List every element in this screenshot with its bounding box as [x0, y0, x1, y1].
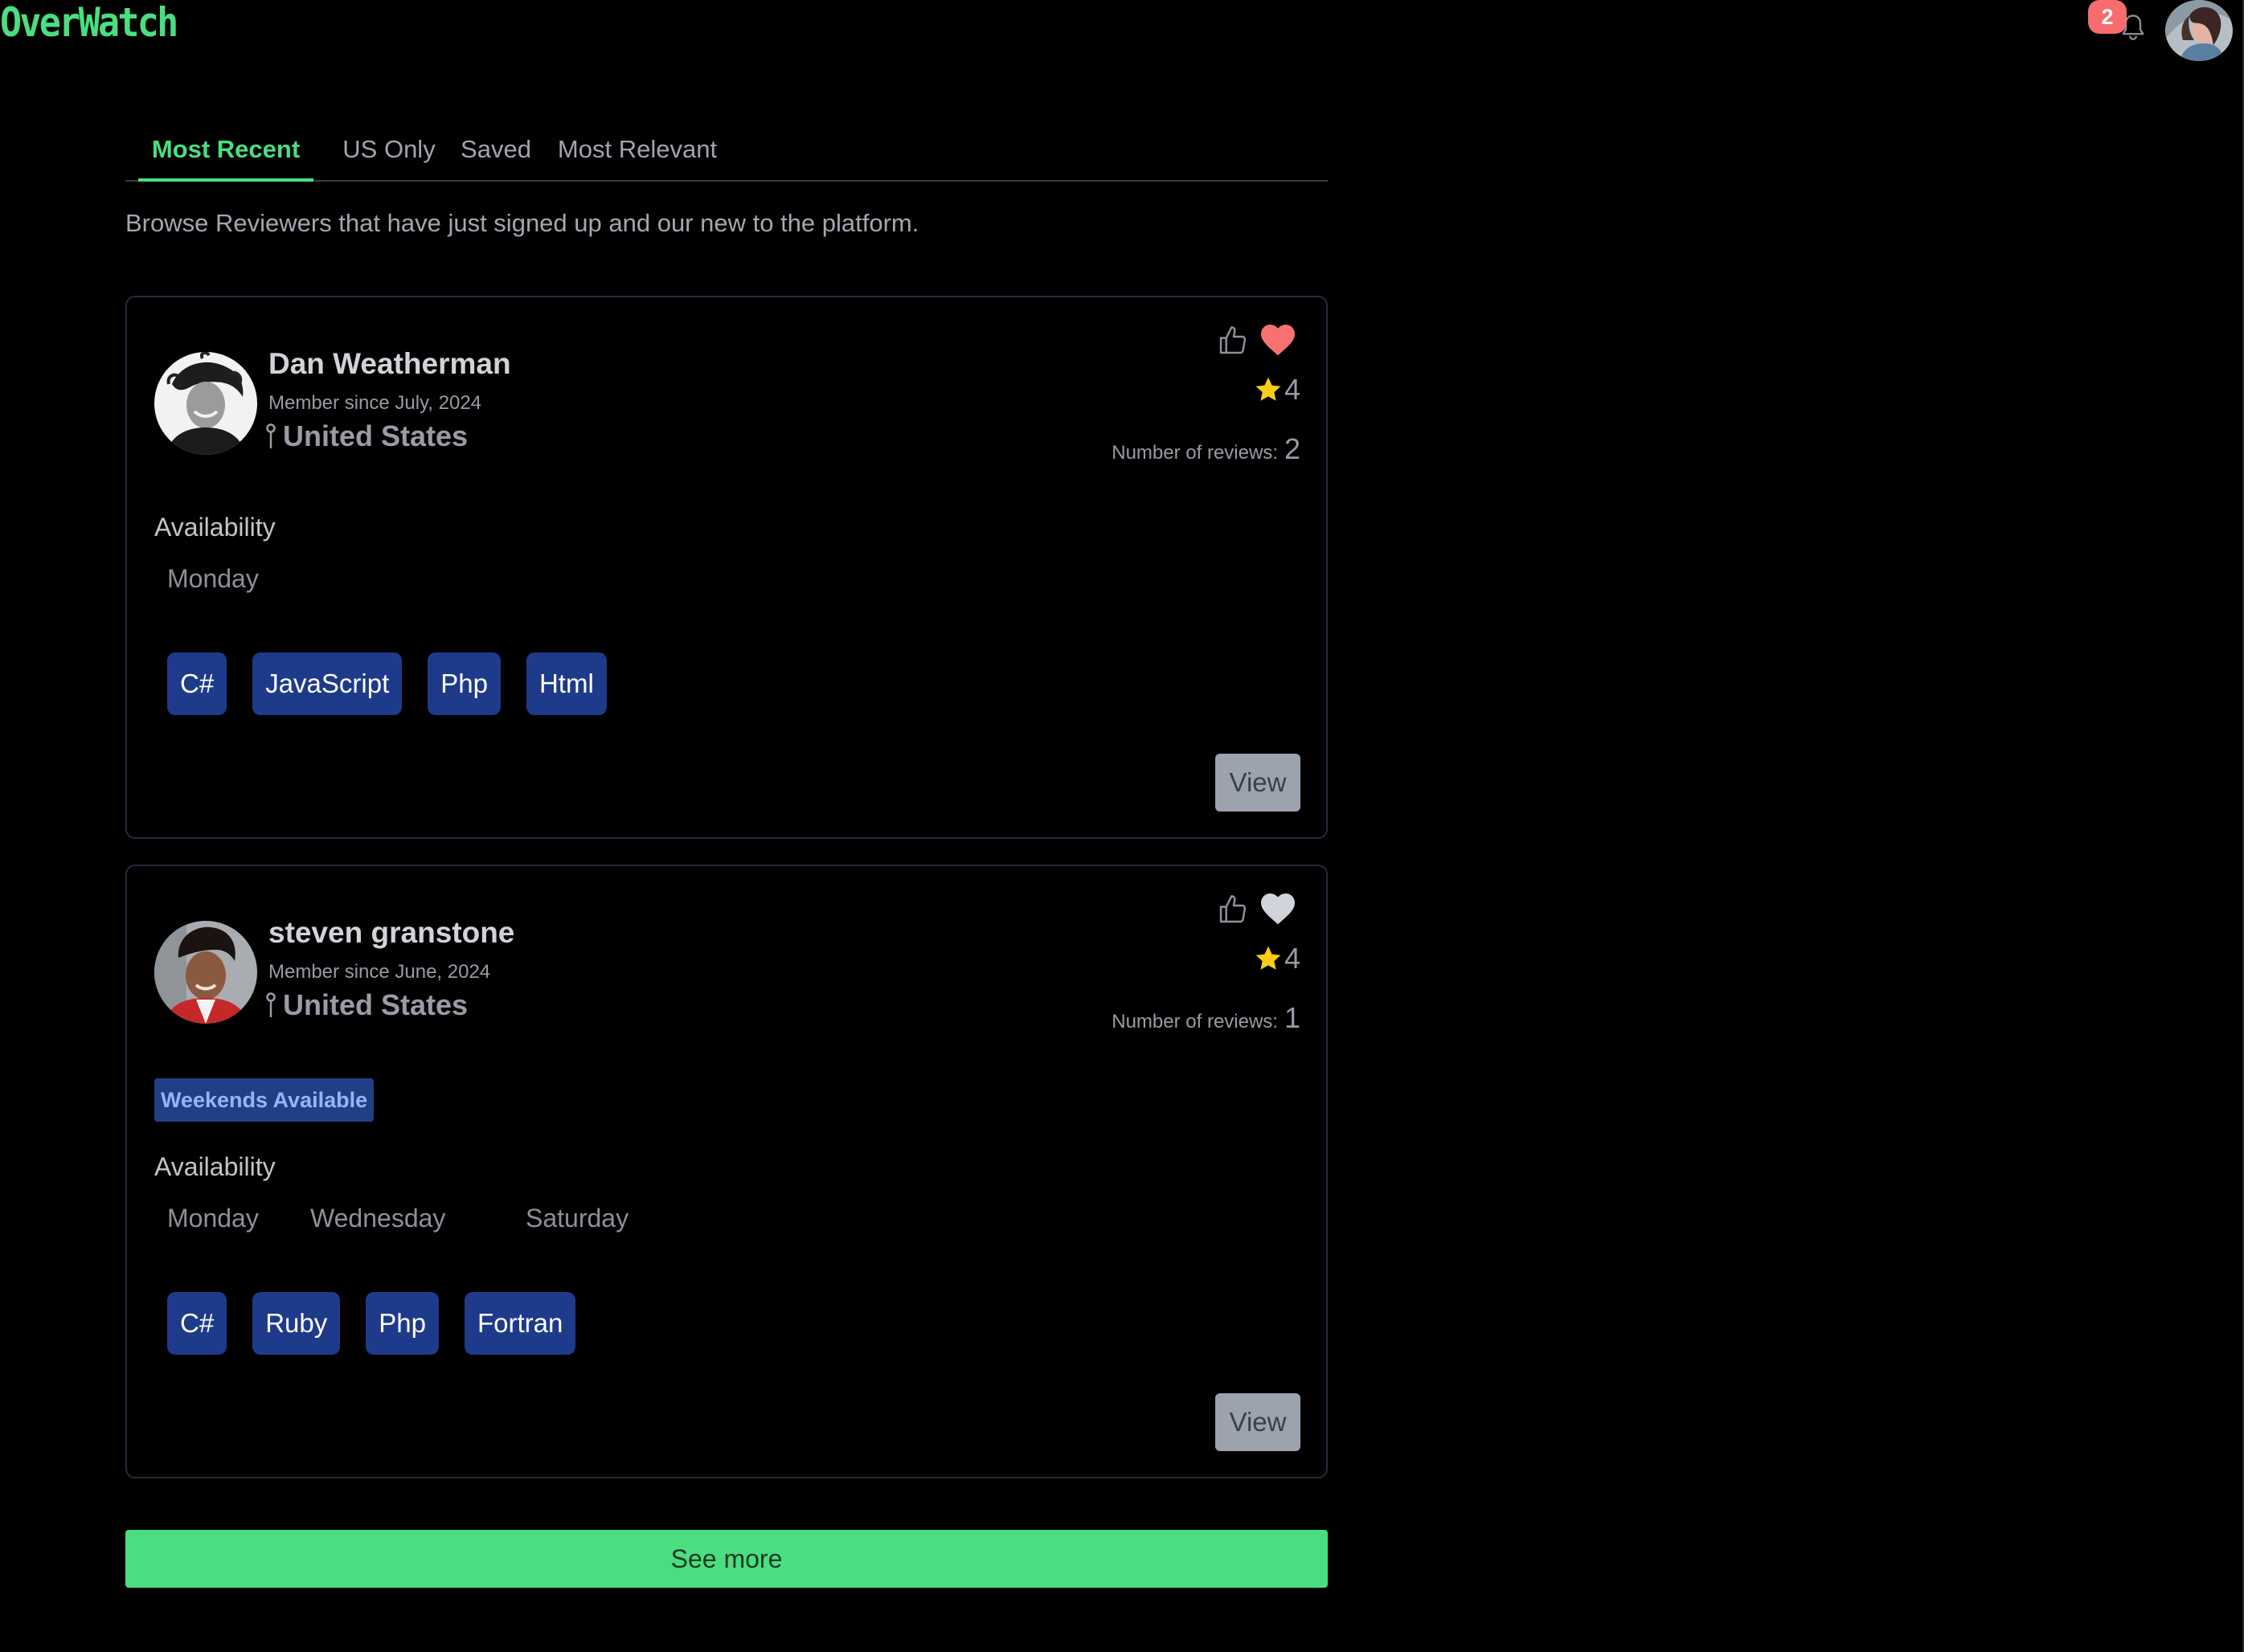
reviewer-location: United States [265, 988, 468, 1022]
tab-saved[interactable]: Saved [457, 135, 535, 180]
map-pin-icon [266, 992, 276, 1017]
skill-chip[interactable]: Fortran [464, 1292, 576, 1355]
skill-chip[interactable]: JavaScript [252, 652, 403, 715]
heart-icon[interactable] [1259, 321, 1297, 357]
heart-icon[interactable] [1259, 890, 1297, 926]
notification-badge: 2 [2088, 0, 2127, 34]
reviewer-location: United States [265, 419, 468, 453]
thumbs-up-icon[interactable] [1217, 325, 1249, 357]
user-avatar[interactable] [2165, 0, 2233, 61]
availability-day: Monday [167, 564, 259, 593]
skill-chip[interactable]: Php [428, 652, 501, 715]
active-tab-indicator [138, 178, 313, 182]
skill-chip[interactable]: Php [366, 1292, 439, 1355]
tab-most-relevant[interactable]: Most Relevant [551, 135, 723, 180]
see-more-button[interactable]: See more [125, 1530, 1328, 1588]
rating: 4 [1254, 373, 1300, 407]
member-since: Member since July, 2024 [268, 392, 482, 414]
skill-chip[interactable]: C# [167, 1292, 227, 1355]
availability-title: Availability [154, 513, 276, 542]
skill-chip[interactable]: C# [167, 652, 227, 715]
location-label: United States [283, 419, 469, 452]
location-label: United States [283, 988, 469, 1021]
brand-logo[interactable]: OverWatch [0, 0, 178, 46]
view-button[interactable]: View [1215, 754, 1300, 812]
filter-tabs: Most Recent US Only Saved Most Relevant [125, 135, 1328, 182]
rating-value: 4 [1284, 942, 1300, 975]
tab-most-recent[interactable]: Most Recent [138, 135, 313, 180]
availability-day: Monday [167, 1204, 259, 1233]
star-icon [1255, 377, 1281, 401]
view-button[interactable]: View [1215, 1393, 1300, 1451]
intro-text: Browse Reviewers that have just signed u… [125, 209, 919, 237]
review-count-label: Number of reviews: [1112, 1011, 1278, 1032]
reviewer-name[interactable]: steven granstone [268, 916, 514, 950]
review-count-value: 1 [1284, 1001, 1300, 1034]
member-since: Member since June, 2024 [268, 961, 491, 983]
reviewer-avatar[interactable] [154, 352, 257, 455]
rating-value: 4 [1284, 373, 1300, 406]
reviewer-card: steven granstone Member since June, 2024… [125, 865, 1328, 1478]
weekends-available-badge: Weekends Available [154, 1078, 375, 1122]
availability-day: Wednesday [310, 1204, 446, 1233]
review-count-value: 2 [1284, 432, 1300, 465]
tab-us-only[interactable]: US Only [336, 135, 442, 180]
review-count: Number of reviews: 2 [1112, 432, 1300, 466]
map-pin-icon [266, 423, 276, 448]
reviewer-card: Dan Weatherman Member since July, 2024 U… [125, 296, 1328, 839]
availability-title: Availability [154, 1152, 276, 1181]
thumbs-up-icon[interactable] [1217, 893, 1249, 926]
availability-day: Saturday [526, 1204, 629, 1233]
reviewer-avatar[interactable] [154, 921, 257, 1024]
skill-list: C# Ruby Php Fortran [167, 1292, 576, 1355]
reviewer-name[interactable]: Dan Weatherman [268, 347, 511, 381]
review-count-label: Number of reviews: [1112, 442, 1278, 464]
rating: 4 [1254, 942, 1300, 975]
skill-chip[interactable]: Ruby [252, 1292, 341, 1355]
skill-chip[interactable]: Html [526, 652, 607, 715]
review-count: Number of reviews: 1 [1112, 1001, 1300, 1035]
skill-list: C# JavaScript Php Html [167, 652, 607, 715]
star-icon [1255, 946, 1281, 970]
